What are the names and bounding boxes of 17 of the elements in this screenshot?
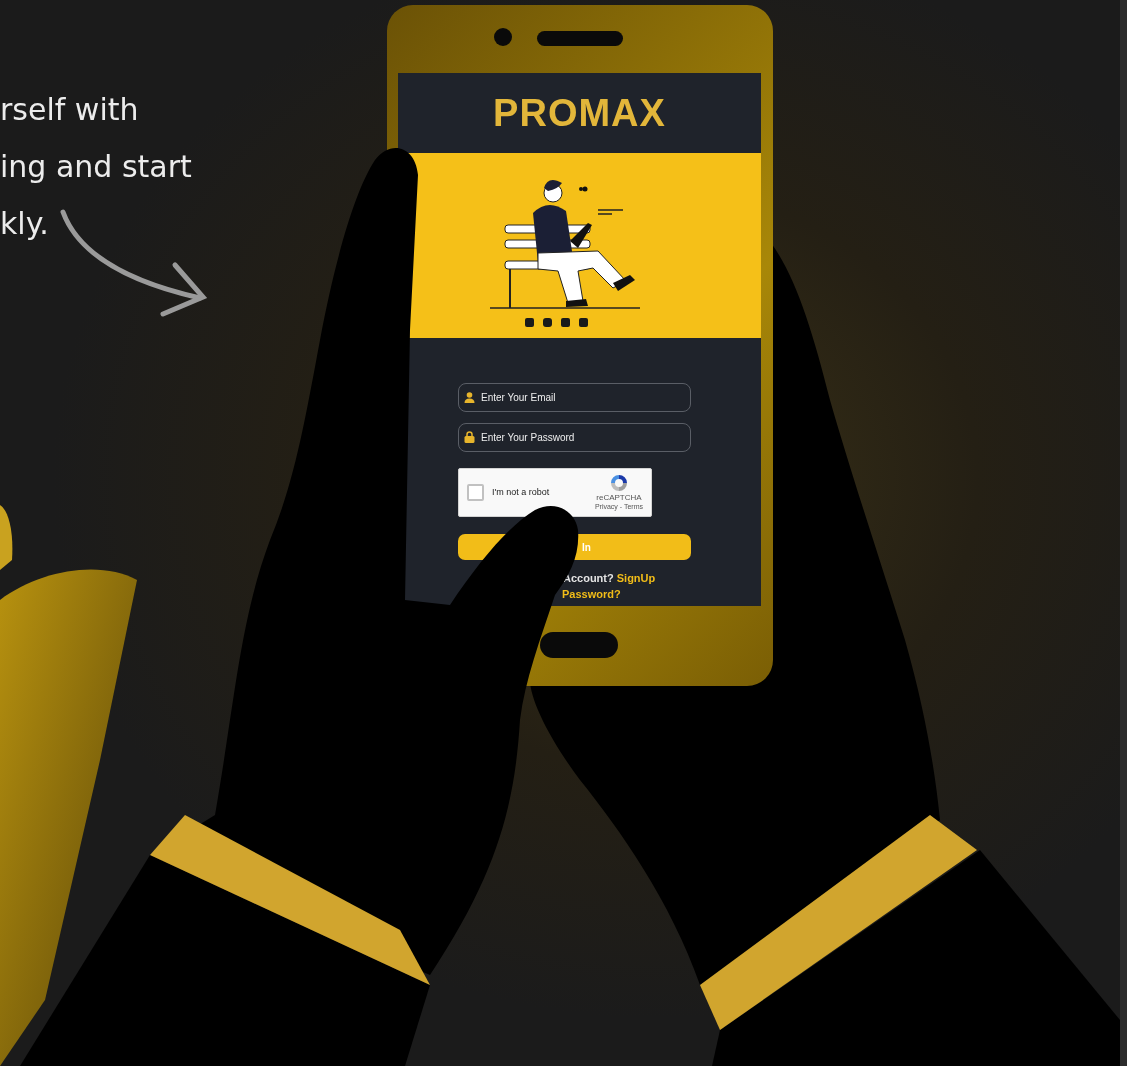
email-field[interactable]: Enter Your Email bbox=[458, 383, 691, 412]
speaker-icon bbox=[537, 31, 623, 46]
forgot-password-link[interactable]: Password? bbox=[562, 589, 761, 600]
intro-text-line: rself with bbox=[0, 91, 140, 129]
scrollbar[interactable] bbox=[1120, 0, 1127, 1066]
home-button[interactable] bbox=[540, 632, 618, 658]
captcha-logo-icon bbox=[608, 473, 629, 494]
brand-logo: PROMAX bbox=[493, 94, 666, 132]
intro-text-line: ing and start bbox=[0, 148, 192, 186]
lock-icon bbox=[464, 431, 475, 443]
user-icon bbox=[464, 392, 475, 403]
captcha-checkbox[interactable] bbox=[467, 484, 484, 501]
captcha-label: I'm not a robot bbox=[492, 485, 551, 499]
signup-link[interactable]: SignUp bbox=[616, 573, 656, 584]
captcha-brand: reCAPTCHA bbox=[596, 493, 642, 504]
password-field[interactable]: Enter Your Password bbox=[458, 423, 691, 452]
intro-text-line: kly. bbox=[0, 205, 50, 243]
